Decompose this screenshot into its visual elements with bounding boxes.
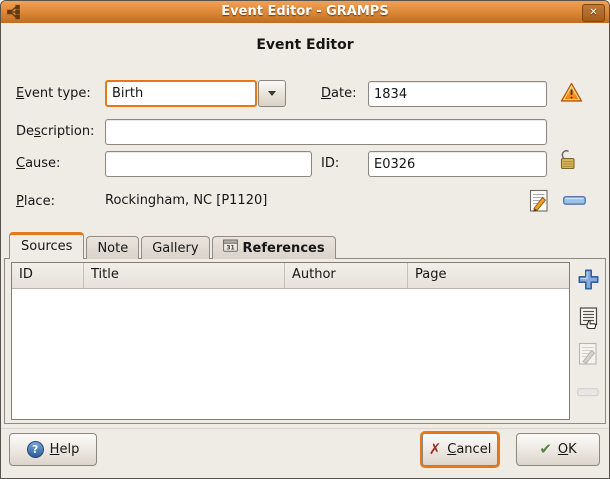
add-source-button[interactable] bbox=[573, 265, 603, 293]
chevron-down-icon bbox=[268, 91, 276, 96]
column-header-id[interactable]: ID bbox=[12, 263, 84, 288]
tab-note[interactable]: Note bbox=[86, 236, 139, 259]
tab-gallery[interactable]: Gallery bbox=[141, 236, 209, 259]
tab-note-label: Note bbox=[97, 238, 128, 259]
description-input[interactable] bbox=[105, 119, 547, 145]
share-source-button[interactable] bbox=[573, 304, 603, 332]
event-type-dropdown-button[interactable] bbox=[258, 80, 286, 107]
event-editor-window: Event Editor - GRAMPS ✕ Event Editor Eve… bbox=[0, 0, 610, 479]
close-icon: ✕ bbox=[589, 7, 597, 18]
plus-icon bbox=[577, 268, 600, 291]
column-header-page[interactable]: Page bbox=[408, 263, 569, 288]
close-button[interactable]: ✕ bbox=[582, 4, 605, 22]
edit-source-button-disabled bbox=[573, 340, 603, 368]
cause-label: Cause: bbox=[16, 150, 60, 177]
svg-text:31: 31 bbox=[226, 244, 234, 251]
minus-icon bbox=[563, 196, 586, 206]
cancel-button[interactable]: ✗ Cancel bbox=[420, 431, 500, 468]
date-label: Date: bbox=[321, 80, 356, 107]
tab-references[interactable]: 31 References bbox=[212, 236, 336, 259]
window-title: Event Editor - GRAMPS bbox=[1, 1, 609, 23]
help-icon: ? bbox=[27, 441, 44, 458]
event-type-combobox[interactable]: Birth bbox=[105, 80, 286, 107]
footer-separator bbox=[1, 428, 609, 430]
tab-sources[interactable]: Sources bbox=[9, 232, 84, 259]
id-input[interactable] bbox=[368, 151, 547, 177]
column-header-author[interactable]: Author bbox=[285, 263, 408, 288]
sources-table[interactable]: ID Title Author Page bbox=[11, 262, 570, 420]
help-button-label: Help bbox=[50, 442, 80, 457]
cancel-button-label: Cancel bbox=[447, 442, 491, 457]
share-hand-icon bbox=[577, 306, 600, 330]
remove-source-button-disabled bbox=[573, 378, 603, 406]
event-calendar-icon: 31 bbox=[223, 238, 238, 259]
remove-place-button[interactable] bbox=[560, 187, 588, 214]
tab-gallery-label: Gallery bbox=[152, 238, 198, 259]
event-type-label: Event type: bbox=[16, 80, 91, 107]
ok-button-label: OK bbox=[558, 442, 577, 457]
cause-input[interactable] bbox=[105, 151, 312, 177]
date-input[interactable] bbox=[368, 81, 547, 107]
column-header-title[interactable]: Title bbox=[84, 263, 285, 288]
cancel-x-icon: ✗ bbox=[429, 442, 442, 457]
edit-place-button[interactable] bbox=[526, 187, 552, 214]
event-type-value[interactable]: Birth bbox=[105, 80, 257, 107]
help-button[interactable]: ? Help bbox=[9, 433, 97, 466]
sources-table-header: ID Title Author Page bbox=[12, 263, 569, 289]
tab-sources-label: Sources bbox=[21, 236, 72, 258]
tab-references-label: References bbox=[243, 238, 325, 259]
lock-open-icon[interactable] bbox=[557, 149, 578, 176]
sources-table-body[interactable] bbox=[12, 289, 569, 419]
edit-icon bbox=[528, 189, 550, 213]
warning-icon bbox=[560, 82, 583, 107]
minus-icon bbox=[577, 388, 599, 397]
ok-button[interactable]: ✔ OK bbox=[516, 433, 600, 466]
place-label: Place: bbox=[16, 188, 55, 215]
tab-bar: Sources Note Gallery 31 References bbox=[9, 232, 338, 259]
edit-icon bbox=[577, 342, 599, 366]
ok-check-icon: ✔ bbox=[539, 442, 552, 457]
id-label: ID: bbox=[321, 150, 339, 177]
page-title: Event Editor bbox=[1, 37, 609, 53]
description-label: Description: bbox=[16, 118, 94, 145]
titlebar[interactable]: Event Editor - GRAMPS ✕ bbox=[1, 1, 609, 23]
place-value: Rockingham, NC [P1120] bbox=[105, 188, 267, 214]
